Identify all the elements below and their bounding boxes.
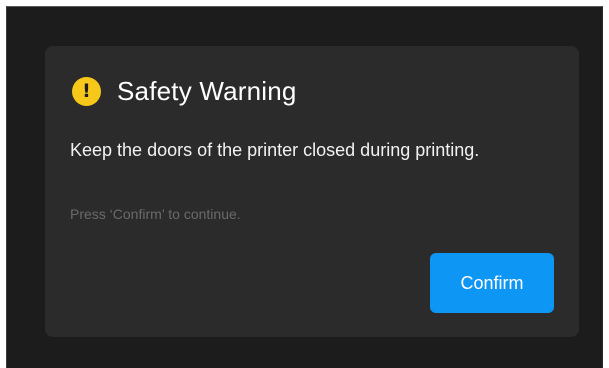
printer-screen: ! Safety Warning Keep the doors of the p… bbox=[6, 6, 603, 368]
confirm-button[interactable]: Confirm bbox=[430, 253, 554, 313]
dialog-title: Safety Warning bbox=[117, 76, 297, 106]
dialog-header: ! Safety Warning bbox=[72, 76, 297, 107]
safety-warning-dialog: ! Safety Warning Keep the doors of the p… bbox=[45, 46, 579, 337]
exclamation-warning-icon: ! bbox=[72, 77, 101, 106]
dialog-hint: Press ‘Confirm’ to continue. bbox=[70, 206, 241, 222]
dialog-message: Keep the doors of the printer closed dur… bbox=[70, 140, 480, 160]
